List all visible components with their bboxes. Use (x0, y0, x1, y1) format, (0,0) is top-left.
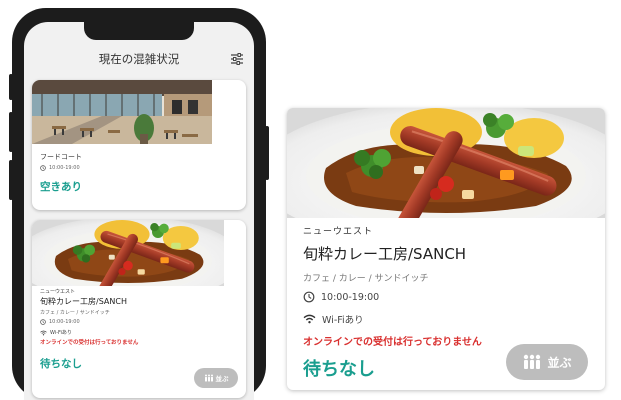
clock-icon (303, 291, 315, 303)
restaurant-name: 旬粋カレー工房/SANCH (303, 245, 467, 263)
curry-photo (287, 108, 605, 218)
wifi-icon (303, 314, 316, 324)
area-label: ニューウエスト (40, 289, 76, 295)
area-label: ニューウエスト (303, 227, 374, 237)
curry-photo (32, 220, 224, 286)
category-label: カフェ / カレー / サンドイッチ (40, 310, 110, 316)
opening-hours: 10:00-19:00 (49, 319, 80, 325)
status-badge: 待ちなし (303, 359, 375, 380)
category-label: カフェ / カレー / サンドイッチ (303, 274, 429, 284)
wifi-label: Wi-Fiあり (322, 315, 364, 326)
food-court-photo (32, 80, 212, 144)
queue-button-label: 並ぶ (215, 375, 229, 383)
queue-button[interactable]: 並ぶ (194, 368, 238, 388)
phone-side-button (265, 126, 269, 180)
phone-side-button (9, 160, 13, 200)
online-notice: オンラインでの受付は行っておりません (40, 340, 139, 346)
phone-screen: 現在の混雑状況 フードコート 10:00-19:00 空きあり ニューウエスト … (24, 22, 254, 400)
restaurant-name: フードコート (40, 153, 82, 161)
clock-icon (40, 319, 46, 325)
opening-hours: 10:00-19:00 (321, 291, 380, 303)
clock-icon (40, 165, 46, 171)
sliders-icon[interactable] (230, 52, 244, 66)
restaurant-card[interactable]: ニューウエスト 旬粋カレー工房/SANCH カフェ / カレー / サンドイッチ… (32, 220, 246, 398)
phone-notch (84, 22, 194, 40)
phone-side-button (9, 74, 13, 100)
restaurant-card-detail[interactable]: ニューウエスト 旬粋カレー工房/SANCH カフェ / カレー / サンドイッチ… (287, 108, 605, 390)
phone-side-button (9, 112, 13, 152)
opening-hours: 10:00-19:00 (49, 165, 80, 171)
wifi-icon (40, 330, 47, 336)
page-title: 現在の混雑状況 (98, 52, 180, 66)
queue-button-label: 並ぶ (547, 355, 572, 370)
status-badge: 空きあり (40, 181, 82, 193)
restaurant-name: 旬粋カレー工房/SANCH (40, 297, 127, 306)
wifi-label: Wi-Fiあり (50, 330, 72, 336)
people-icon (524, 354, 541, 369)
phone-frame: 現在の混雑状況 フードコート 10:00-19:00 空きあり ニューウエスト … (9, 8, 269, 400)
restaurant-card[interactable]: フードコート 10:00-19:00 空きあり (32, 80, 246, 210)
queue-button[interactable]: 並ぶ (506, 344, 588, 380)
people-icon (204, 374, 213, 382)
